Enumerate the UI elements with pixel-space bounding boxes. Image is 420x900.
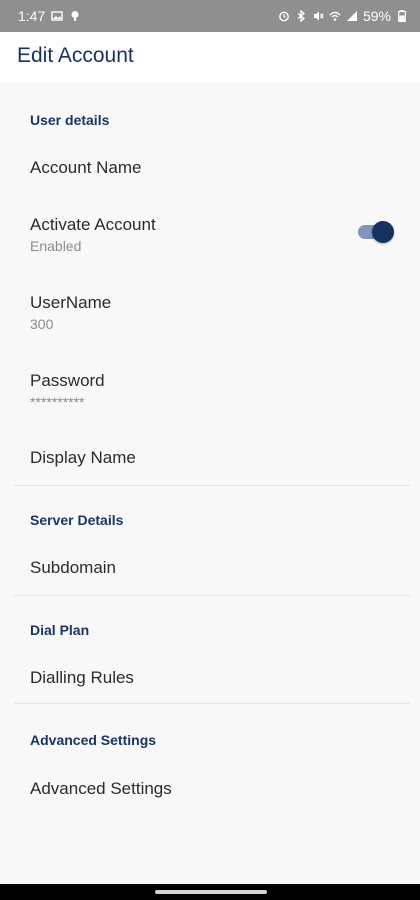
location-icon — [69, 10, 81, 22]
mute-icon — [312, 10, 324, 22]
section-header-advanced-settings: Advanced Settings — [30, 732, 157, 748]
battery-percent: 59% — [362, 8, 391, 24]
status-right: 59% — [278, 8, 408, 24]
activate-account-title[interactable]: Activate Account — [30, 215, 156, 235]
username-title[interactable]: UserName — [30, 293, 111, 313]
display-name-item[interactable]: Display Name — [30, 448, 136, 468]
divider — [14, 485, 410, 486]
divider — [14, 703, 410, 704]
username-value: 300 — [30, 316, 54, 332]
signal-icon — [346, 10, 358, 22]
activate-account-toggle[interactable] — [358, 221, 394, 243]
app-bar: Edit Account — [0, 32, 420, 82]
gallery-icon — [51, 10, 63, 22]
password-value: ********** — [30, 394, 85, 410]
section-header-user-details: User details — [30, 112, 110, 128]
section-header-dial-plan: Dial Plan — [30, 622, 90, 638]
toggle-thumb — [372, 221, 394, 243]
password-title[interactable]: Password — [30, 371, 105, 391]
subdomain-item[interactable]: Subdomain — [30, 558, 116, 578]
wifi-icon — [329, 10, 341, 22]
status-time: 1:47 — [18, 8, 46, 24]
page-title: Edit Account — [17, 44, 134, 67]
navigation-bar — [0, 884, 420, 900]
battery-icon — [396, 10, 408, 22]
status-bar: 1:47 59% — [0, 0, 420, 32]
status-left: 1:47 — [18, 8, 81, 24]
advanced-settings-item[interactable]: Advanced Settings — [30, 779, 172, 799]
activate-account-status: Enabled — [30, 238, 82, 254]
alarm-icon — [278, 10, 290, 22]
section-header-server-details: Server Details — [30, 512, 124, 528]
home-gesture-bar[interactable] — [155, 890, 267, 894]
divider — [14, 595, 410, 596]
bluetooth-icon — [295, 10, 307, 22]
account-name-item[interactable]: Account Name — [30, 158, 142, 178]
dialling-rules-item[interactable]: Dialling Rules — [30, 668, 134, 688]
